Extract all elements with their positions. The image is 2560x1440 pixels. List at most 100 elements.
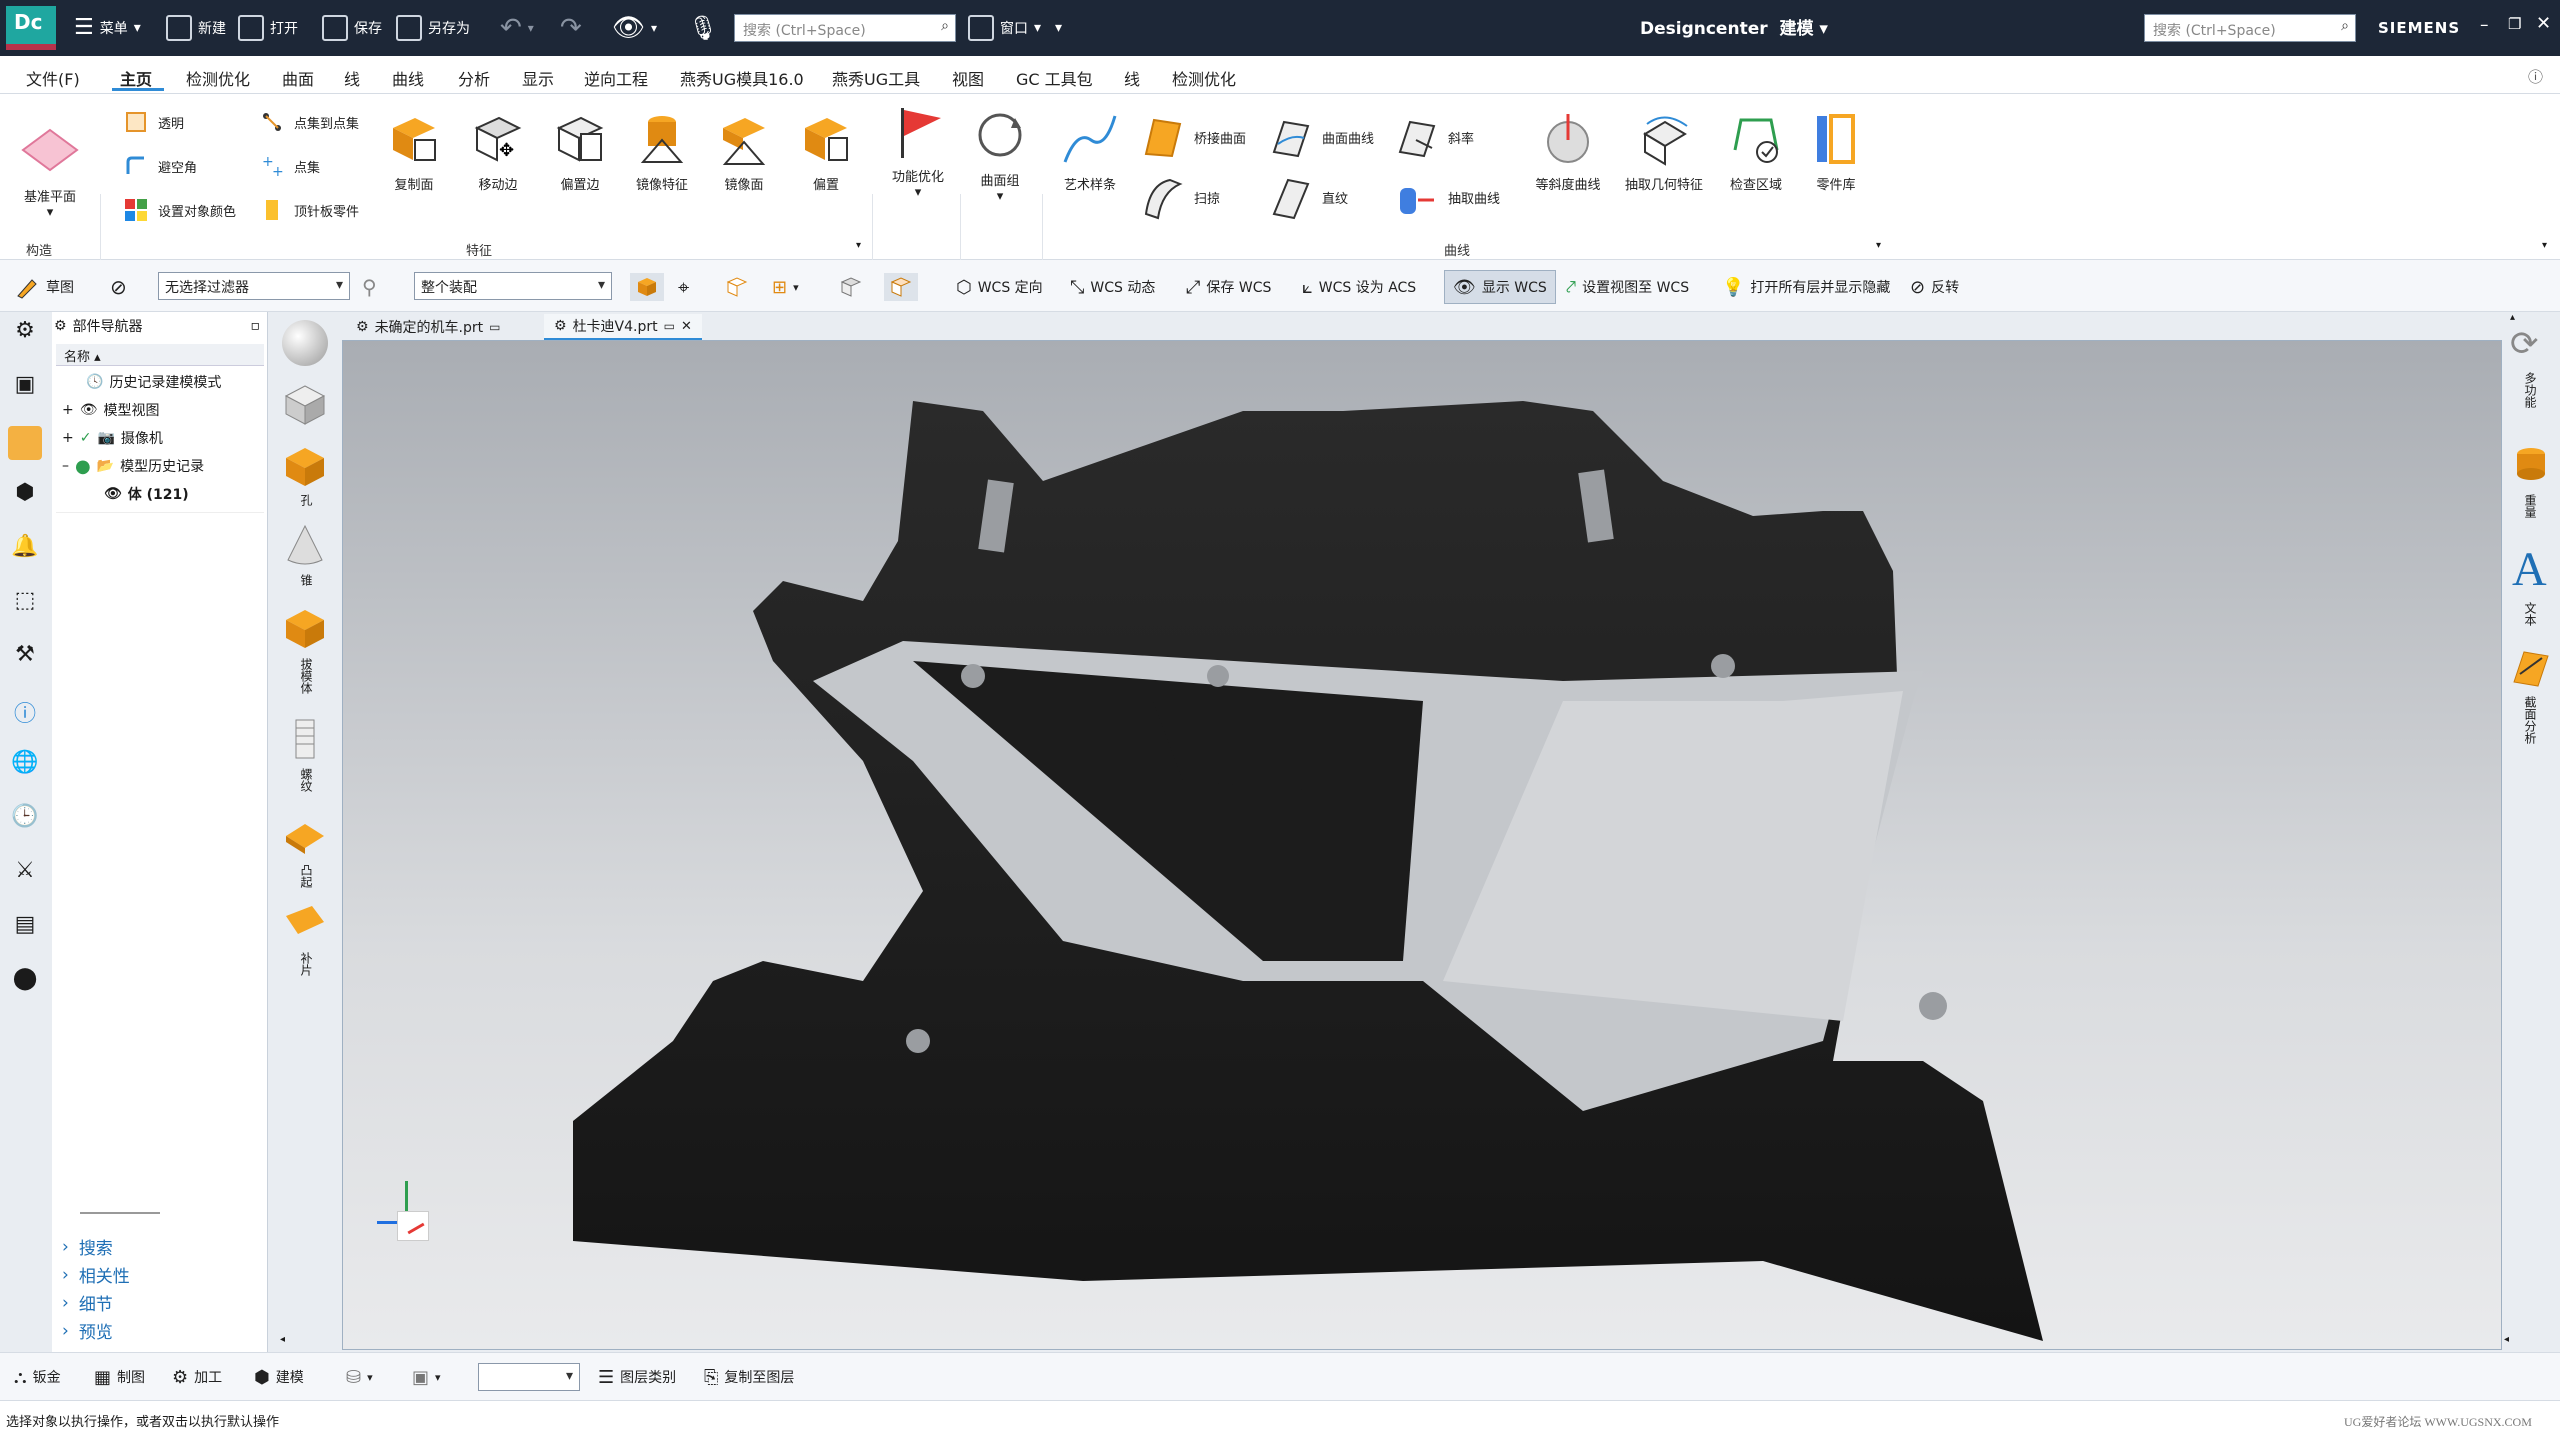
surface-curve-button[interactable]: 曲面曲线 xyxy=(1268,114,1374,160)
horizontal-scrollbar[interactable] xyxy=(80,1212,160,1214)
move-edge-button[interactable]: ✥ 移动边 xyxy=(462,110,534,193)
visibility-button[interactable]: ⊘ xyxy=(110,273,127,301)
sketch-button[interactable]: 草图 xyxy=(14,273,74,301)
window-menu[interactable]: 窗口 ▾ ▾ xyxy=(968,10,1062,46)
rail-expand-icon[interactable]: ▴ xyxy=(2510,312,2515,323)
machine-nav-icon[interactable]: ⚒ xyxy=(8,642,42,676)
isocline-button[interactable]: 等斜度曲线 xyxy=(1524,110,1612,193)
offset-edge-button[interactable]: 偏置边 xyxy=(544,110,616,193)
snap-point-button[interactable]: ⌖ xyxy=(678,273,689,301)
select-solid-button[interactable] xyxy=(630,273,664,301)
close-button[interactable]: ✕ xyxy=(2536,13,2551,34)
nav-row-model-views[interactable]: + 👁 模型视图 xyxy=(56,396,264,424)
nav-section-preview[interactable]: › 预览 xyxy=(62,1318,113,1344)
wireframe-button[interactable] xyxy=(838,273,864,301)
save-button[interactable]: 保存 xyxy=(322,10,382,46)
machining-button[interactable]: ⚙ 加工 xyxy=(172,1363,222,1391)
view-toggle-button[interactable]: 👁 ▾ xyxy=(612,10,657,46)
menu-home[interactable]: 主页 xyxy=(120,66,152,90)
extract-geom-button[interactable]: 抽取几何特征 xyxy=(1614,110,1714,193)
app-logo[interactable]: Dc xyxy=(6,6,56,50)
sweep-button[interactable]: 扫掠 xyxy=(1140,174,1220,220)
reuse-library-icon[interactable]: ⬢ xyxy=(8,480,42,514)
tab-unsure-motorcycle[interactable]: ⚙ 未确定的机车.prt ▭ xyxy=(346,314,511,340)
rail-scroll-left[interactable]: ◂ xyxy=(2504,1334,2509,1345)
offset-button[interactable]: 偏置 xyxy=(790,110,862,193)
menu-yanxiu-tools[interactable]: 燕秀UG工具 xyxy=(832,66,920,90)
invert-button[interactable]: ⊘ 反转 xyxy=(1910,273,1959,301)
menu-yanxiu-mold[interactable]: 燕秀UG模具16.0 xyxy=(680,66,804,90)
section-analysis-icon[interactable] xyxy=(2508,644,2554,690)
nav-row-cameras[interactable]: + ✓ 📷 摄像机 xyxy=(56,424,264,452)
drafting-button[interactable]: ▦ 制图 xyxy=(94,1363,145,1391)
info-icon[interactable]: ⓘ xyxy=(8,696,42,730)
layer-category-button[interactable]: ☰ 图层类别 xyxy=(598,1363,676,1391)
draft-body-icon[interactable] xyxy=(282,606,328,652)
redo-button[interactable]: ↷ xyxy=(560,10,582,46)
func-opt-button[interactable]: 功能优化 ▾ xyxy=(880,102,956,200)
modeling-button[interactable]: ⬢ 建模 xyxy=(254,1363,304,1391)
menu-analysis[interactable]: 分析 xyxy=(458,66,490,90)
menu-view[interactable]: 视图 xyxy=(952,66,984,90)
wcs-dynamic-button[interactable]: ⤡ WCS 动态 xyxy=(1070,273,1155,301)
work-layer-select[interactable] xyxy=(478,1363,580,1391)
view-to-wcs-button[interactable]: ⤤ 设置视图至 WCS xyxy=(1566,273,1689,301)
point-to-set-button[interactable]: 点集到点集 xyxy=(258,108,359,136)
menu-inspect-2[interactable]: 检测优化 xyxy=(1172,66,1236,90)
save-wcs-button[interactable]: ⤢ 保存 WCS xyxy=(1186,273,1271,301)
undo-button[interactable]: ↶ ▾ xyxy=(500,10,534,46)
navigator-column-header[interactable]: 名称 ▴ xyxy=(56,344,264,366)
select-face-button[interactable] xyxy=(724,273,750,301)
feature-group-expand[interactable]: ▾ xyxy=(856,240,861,251)
curve-group-expand[interactable]: ▾ xyxy=(1876,240,1881,251)
open-all-layers-button[interactable]: 💡 打开所有层并显示隐藏 xyxy=(1722,273,1890,301)
tab-close-icon[interactable]: ✕ xyxy=(681,319,692,334)
wcs-orient-button[interactable]: ⬡ WCS 定向 xyxy=(956,273,1043,301)
block-icon[interactable] xyxy=(282,382,328,428)
menu-surface[interactable]: 曲面 xyxy=(282,66,314,90)
copy-face-button[interactable]: 复制面 xyxy=(378,110,450,193)
set-color-button[interactable]: 设置对象颜色 xyxy=(122,196,236,224)
menu-file[interactable]: 文件(F) xyxy=(26,66,80,90)
menu-display[interactable]: 显示 xyxy=(522,66,554,90)
copy-to-layer-button[interactable]: ⎘ 复制至图层 xyxy=(704,1363,794,1391)
constraint-nav-icon[interactable]: ⬚ xyxy=(8,588,42,622)
menu-inspect[interactable]: 检测优化 xyxy=(186,66,250,90)
maximize-button[interactable]: ❐ xyxy=(2508,15,2521,33)
global-search-input[interactable]: 搜索 (Ctrl+Space) ⌕ xyxy=(2144,14,2356,42)
assembly-nav-icon[interactable]: ▣ xyxy=(8,372,42,406)
transparent-button[interactable]: 透明 xyxy=(122,108,184,136)
show-wcs-button[interactable]: 👁 显示 WCS xyxy=(1444,270,1556,304)
system-materials-icon[interactable]: ▤ xyxy=(8,912,42,946)
ejector-part-button[interactable]: 顶针板零件 xyxy=(258,196,359,224)
slope-button[interactable]: 斜率 xyxy=(1394,114,1474,160)
view-orientation-button[interactable]: ▣ ▾ xyxy=(412,1363,441,1391)
part-nav-icon[interactable] xyxy=(8,426,42,460)
save-as-button[interactable]: 另存为 xyxy=(396,10,470,46)
face-group-button[interactable]: 曲面组 ▾ xyxy=(962,106,1038,204)
selection-filter-select[interactable]: 无选择过滤器 xyxy=(158,272,350,300)
model-render[interactable] xyxy=(343,341,2501,1349)
add-filter-button[interactable]: ⊞ ▾ xyxy=(772,273,799,301)
minimize-button[interactable]: – xyxy=(2480,15,2489,35)
menu-reverse[interactable]: 逆向工程 xyxy=(584,66,648,90)
nav-section-details[interactable]: › 细节 xyxy=(62,1290,113,1316)
settings-icon[interactable]: ⚙ xyxy=(8,318,42,352)
assembly-scope-select[interactable]: 整个装配 xyxy=(414,272,612,300)
command-search-input[interactable]: 搜索 (Ctrl+Space) ⌕ xyxy=(734,14,956,42)
nav-row-history-mode[interactable]: 🕓 历史记录建模模式 xyxy=(56,368,264,396)
sphere-icon[interactable] xyxy=(282,320,328,366)
patch-icon[interactable] xyxy=(282,900,328,946)
point-set-button[interactable]: + + 点集 xyxy=(258,152,320,180)
text-icon[interactable]: A xyxy=(2512,542,2547,597)
palette-roles-icon[interactable]: ⬤ xyxy=(8,966,42,1000)
menu-line-2[interactable]: 线 xyxy=(1124,66,1140,90)
graphics-viewport[interactable] xyxy=(342,340,2502,1350)
base-plane-button[interactable]: 基准平面 ▾ xyxy=(14,122,86,220)
nav-row-model-history[interactable]: – ● 📂 模型历史记录 xyxy=(56,452,264,480)
app-mode[interactable]: 建模 xyxy=(1779,19,1813,39)
nav-section-search[interactable]: › 搜索 xyxy=(62,1234,113,1260)
voice-button[interactable]: 🎙 xyxy=(688,10,718,46)
help-icon[interactable]: ⓘ xyxy=(2528,66,2543,87)
strip-scroll-left[interactable]: ◂ xyxy=(280,1334,285,1345)
